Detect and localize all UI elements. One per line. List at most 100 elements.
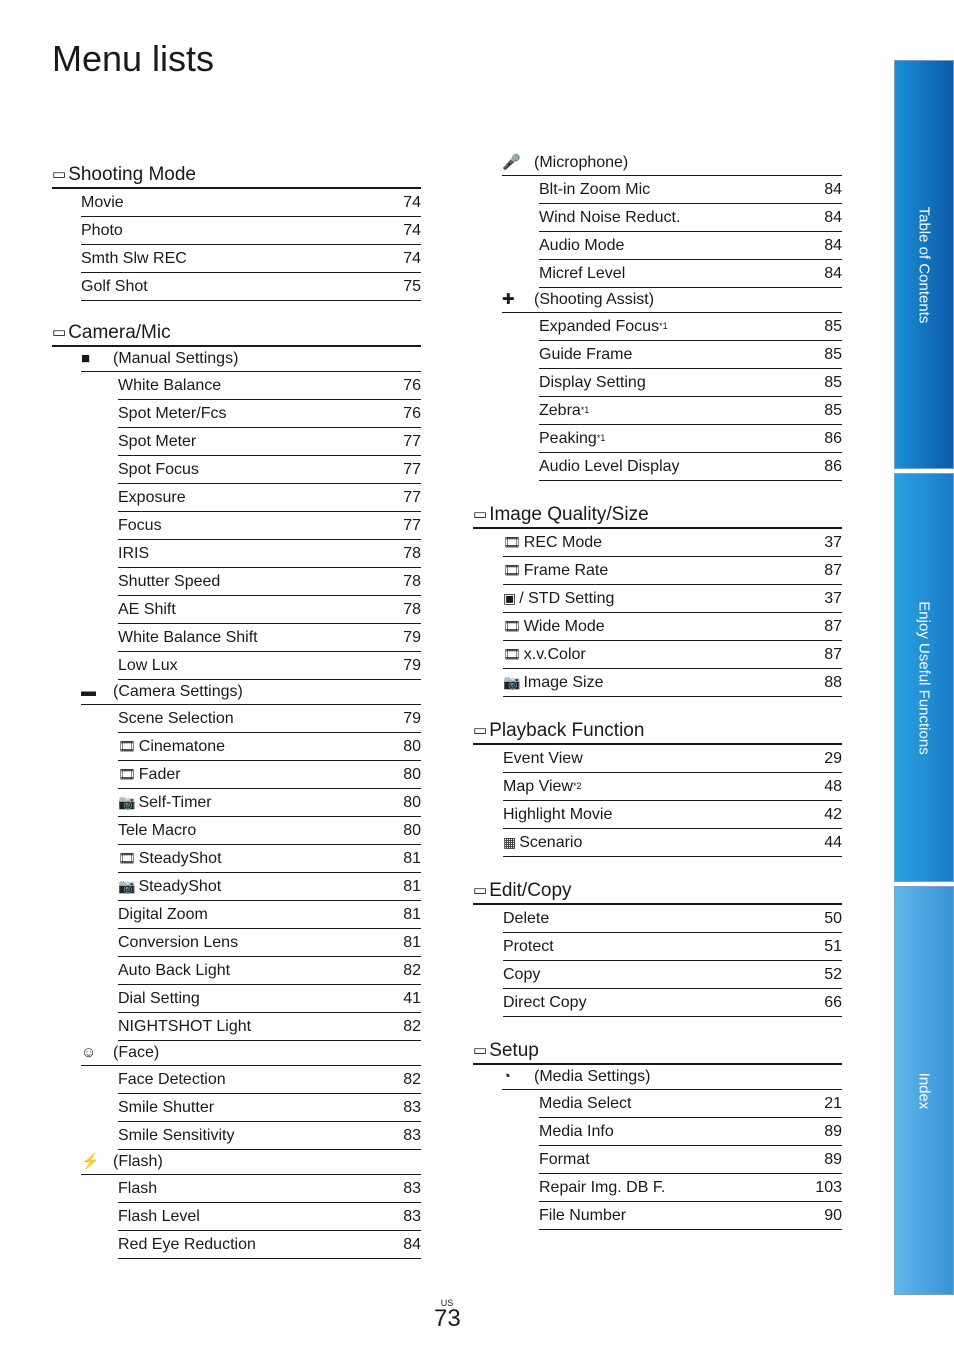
page-ref[interactable]: 86 <box>824 425 842 452</box>
menu-item-row[interactable]: Tele Macro 80 <box>118 817 421 845</box>
page-ref[interactable]: 83 <box>403 1094 421 1121</box>
menu-item-row[interactable]: White Balance Shift 79 <box>118 624 421 652</box>
menu-item-row[interactable]: Audio Level Display 86 <box>539 453 842 481</box>
menu-item-row[interactable]: Delete 50 <box>503 905 842 933</box>
page-ref[interactable]: 87 <box>824 641 842 668</box>
page-ref[interactable]: 79 <box>403 624 421 651</box>
menu-item-row[interactable]: Shutter Speed 78 <box>118 568 421 596</box>
menu-item-row[interactable]: 🎞 Fader 80 <box>118 761 421 789</box>
page-ref[interactable]: 79 <box>403 652 421 679</box>
page-ref[interactable]: 79 <box>403 705 421 732</box>
page-ref[interactable]: 51 <box>824 933 842 960</box>
page-ref[interactable]: 74 <box>403 245 421 272</box>
page-ref[interactable]: 84 <box>824 204 842 231</box>
page-ref[interactable]: 87 <box>824 613 842 640</box>
menu-item-row[interactable]: White Balance 76 <box>118 372 421 400</box>
menu-item-row[interactable]: 📷 SteadyShot 81 <box>118 873 421 901</box>
page-ref[interactable]: 77 <box>403 484 421 511</box>
menu-item-row[interactable]: 🎞 SteadyShot 81 <box>118 845 421 873</box>
menu-item-row[interactable]: Scene Selection 79 <box>118 705 421 733</box>
menu-item-row[interactable]: File Number 90 <box>539 1202 842 1230</box>
tab-table-of-contents[interactable]: Table of Contents <box>894 60 954 469</box>
page-ref[interactable]: 84 <box>824 232 842 259</box>
menu-item-row[interactable]: Highlight Movie 42 <box>503 801 842 829</box>
page-ref[interactable]: 74 <box>403 189 421 216</box>
menu-item-row[interactable]: Photo 74 <box>81 217 421 245</box>
menu-item-row[interactable]: Direct Copy 66 <box>503 989 842 1017</box>
menu-item-row[interactable]: Display Setting 85 <box>539 369 842 397</box>
menu-item-row[interactable]: Digital Zoom 81 <box>118 901 421 929</box>
menu-item-row[interactable]: Zebra *1 85 <box>539 397 842 425</box>
page-ref[interactable]: 37 <box>824 585 842 612</box>
menu-item-row[interactable]: 🎞 x.v.Color 87 <box>503 641 842 669</box>
page-ref[interactable]: 74 <box>403 217 421 244</box>
menu-item-row[interactable]: Low Lux 79 <box>118 652 421 680</box>
page-ref[interactable]: 78 <box>403 596 421 623</box>
menu-item-row[interactable]: Event View 29 <box>503 745 842 773</box>
page-ref[interactable]: 50 <box>824 905 842 932</box>
page-ref[interactable]: 84 <box>824 260 842 287</box>
page-ref[interactable]: 88 <box>824 669 842 696</box>
menu-item-row[interactable]: Exposure 77 <box>118 484 421 512</box>
page-ref[interactable]: 103 <box>815 1174 842 1201</box>
page-ref[interactable]: 44 <box>824 829 842 856</box>
menu-item-row[interactable]: Peaking *1 86 <box>539 425 842 453</box>
page-ref[interactable]: 82 <box>403 1066 421 1093</box>
menu-item-row[interactable]: 🎞 REC Mode 37 <box>503 529 842 557</box>
menu-item-row[interactable]: Dial Setting 41 <box>118 985 421 1013</box>
page-ref[interactable]: 84 <box>403 1231 421 1258</box>
page-ref[interactable]: 83 <box>403 1175 421 1202</box>
menu-item-row[interactable]: 🎞 Cinematone 80 <box>118 733 421 761</box>
menu-item-row[interactable]: 🎞 Frame Rate 87 <box>503 557 842 585</box>
menu-item-row[interactable]: 📷 Self-Timer 80 <box>118 789 421 817</box>
menu-item-row[interactable]: Focus 77 <box>118 512 421 540</box>
menu-item-row[interactable]: Micref Level 84 <box>539 260 842 288</box>
menu-item-row[interactable]: IRIS 78 <box>118 540 421 568</box>
page-ref[interactable]: 89 <box>824 1118 842 1145</box>
page-ref[interactable]: 76 <box>403 372 421 399</box>
page-ref[interactable]: 41 <box>403 985 421 1012</box>
menu-item-row[interactable]: Media Info 89 <box>539 1118 842 1146</box>
tab-enjoy-useful-functions[interactable]: Enjoy Useful Functions <box>894 473 954 882</box>
menu-item-row[interactable]: Protect 51 <box>503 933 842 961</box>
page-ref[interactable]: 66 <box>824 989 842 1016</box>
menu-item-row[interactable]: Guide Frame 85 <box>539 341 842 369</box>
menu-item-row[interactable]: Flash Level 83 <box>118 1203 421 1231</box>
page-ref[interactable]: 76 <box>403 400 421 427</box>
page-ref[interactable]: 85 <box>824 341 842 368</box>
page-ref[interactable]: 52 <box>824 961 842 988</box>
menu-item-row[interactable]: AE Shift 78 <box>118 596 421 624</box>
menu-item-row[interactable]: Smile Sensitivity 83 <box>118 1122 421 1150</box>
page-ref[interactable]: 85 <box>824 313 842 340</box>
menu-item-row[interactable]: Wind Noise Reduct. 84 <box>539 204 842 232</box>
page-ref[interactable]: 86 <box>824 453 842 480</box>
menu-item-row[interactable]: Repair Img. DB F. 103 <box>539 1174 842 1202</box>
menu-item-row[interactable]: Movie 74 <box>81 189 421 217</box>
menu-item-row[interactable]: Spot Meter 77 <box>118 428 421 456</box>
page-ref[interactable]: 21 <box>824 1090 842 1117</box>
page-ref[interactable]: 84 <box>824 176 842 203</box>
page-ref[interactable]: 77 <box>403 456 421 483</box>
tab-index[interactable]: Index <box>894 886 954 1295</box>
page-ref[interactable]: 87 <box>824 557 842 584</box>
page-ref[interactable]: 77 <box>403 512 421 539</box>
menu-item-row[interactable]: Conversion Lens 81 <box>118 929 421 957</box>
menu-item-row[interactable]: Smth Slw REC 74 <box>81 245 421 273</box>
page-ref[interactable]: 85 <box>824 369 842 396</box>
page-ref[interactable]: 78 <box>403 568 421 595</box>
menu-item-row[interactable]: Copy 52 <box>503 961 842 989</box>
menu-item-row[interactable]: Flash 83 <box>118 1175 421 1203</box>
menu-item-row[interactable]: Blt-in Zoom Mic 84 <box>539 176 842 204</box>
page-ref[interactable]: 82 <box>403 957 421 984</box>
menu-item-row[interactable]: Red Eye Reduction 84 <box>118 1231 421 1259</box>
page-ref[interactable]: 81 <box>403 873 421 900</box>
menu-item-row[interactable]: NIGHTSHOT Light 82 <box>118 1013 421 1041</box>
page-ref[interactable]: 83 <box>403 1122 421 1149</box>
page-ref[interactable]: 89 <box>824 1146 842 1173</box>
page-ref[interactable]: 80 <box>403 789 421 816</box>
menu-item-row[interactable]: Smile Shutter 83 <box>118 1094 421 1122</box>
menu-item-row[interactable]: ▦ Scenario 44 <box>503 829 842 857</box>
menu-item-row[interactable]: Auto Back Light 82 <box>118 957 421 985</box>
page-ref[interactable]: 80 <box>403 761 421 788</box>
page-ref[interactable]: 81 <box>403 901 421 928</box>
